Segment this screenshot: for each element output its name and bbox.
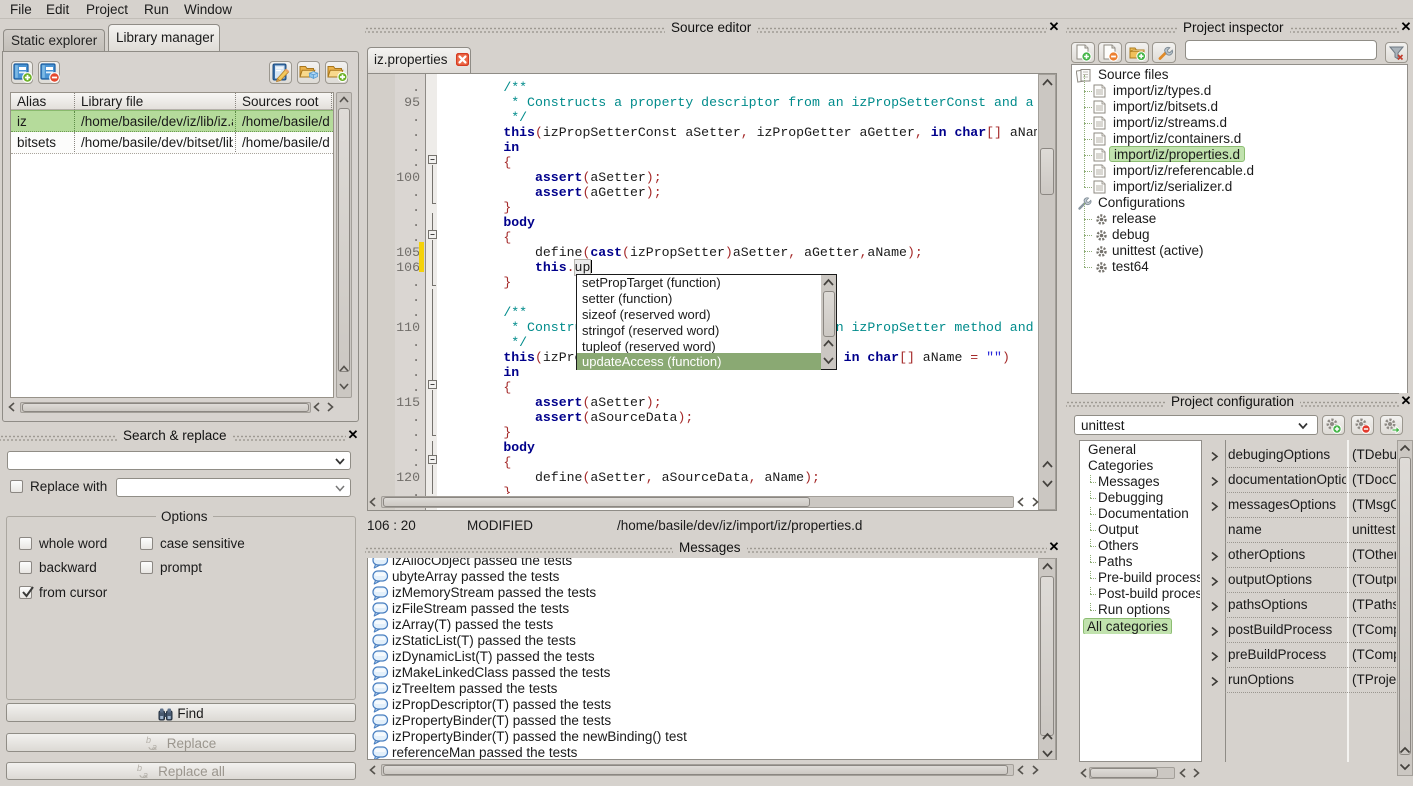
- svg-text:a: a: [143, 770, 148, 780]
- svg-text:b: b: [146, 736, 151, 745]
- svg-text:b: b: [137, 764, 142, 773]
- svg-text:a: a: [152, 742, 157, 752]
